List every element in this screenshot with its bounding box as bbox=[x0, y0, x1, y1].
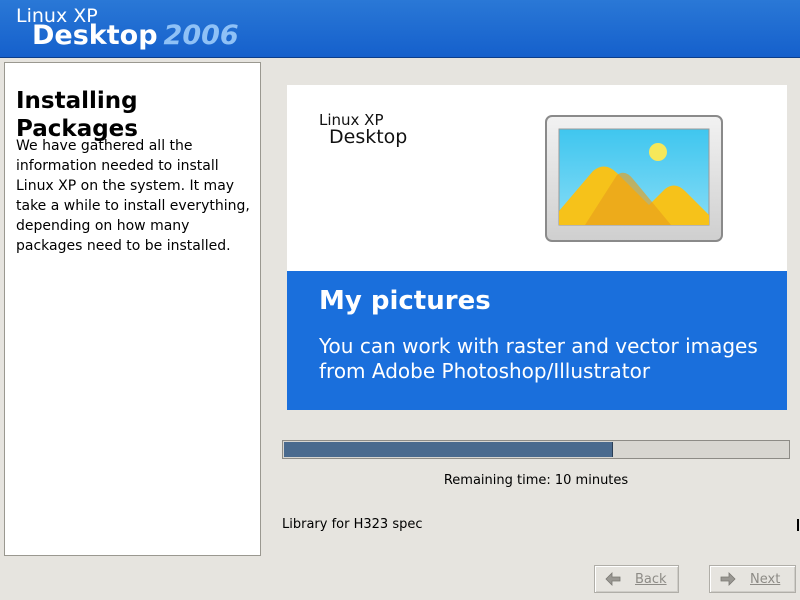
status-edge-mark bbox=[797, 519, 799, 531]
current-package-label: Library for H323 spec bbox=[282, 517, 423, 532]
banner-caption-panel: My pictures You can work with raster and… bbox=[287, 271, 787, 410]
slideshow-banner: Linux XP Desktop My pictures You can wor… bbox=[287, 85, 787, 410]
brand-name: Desktop 2006 bbox=[32, 21, 239, 51]
picture-frame-icon bbox=[545, 115, 723, 242]
page-title: Installing Packages bbox=[16, 88, 138, 142]
help-panel: Installing Packages We have gathered all… bbox=[4, 62, 261, 556]
header-bar: Linux XP Desktop 2006 bbox=[0, 0, 800, 58]
next-button-label: Next bbox=[750, 571, 781, 587]
help-text: We have gathered all the information nee… bbox=[16, 138, 250, 254]
install-progress-bar bbox=[282, 440, 790, 459]
banner-heading: My pictures bbox=[319, 286, 491, 316]
arrow-right-icon bbox=[720, 572, 736, 586]
back-button-label: Back bbox=[635, 571, 667, 587]
progress-fill bbox=[284, 442, 613, 457]
banner-logo-big: Desktop bbox=[329, 126, 408, 148]
brand-desktop: Desktop bbox=[32, 20, 158, 51]
remaining-time: Remaining time: 10 minutes bbox=[443, 473, 629, 488]
brand-year: 2006 bbox=[163, 20, 239, 51]
arrow-left-icon bbox=[605, 572, 621, 586]
back-button[interactable]: Back bbox=[594, 565, 679, 593]
next-button[interactable]: Next bbox=[709, 565, 796, 593]
banner-description: You can work with raster and vector imag… bbox=[319, 334, 758, 383]
